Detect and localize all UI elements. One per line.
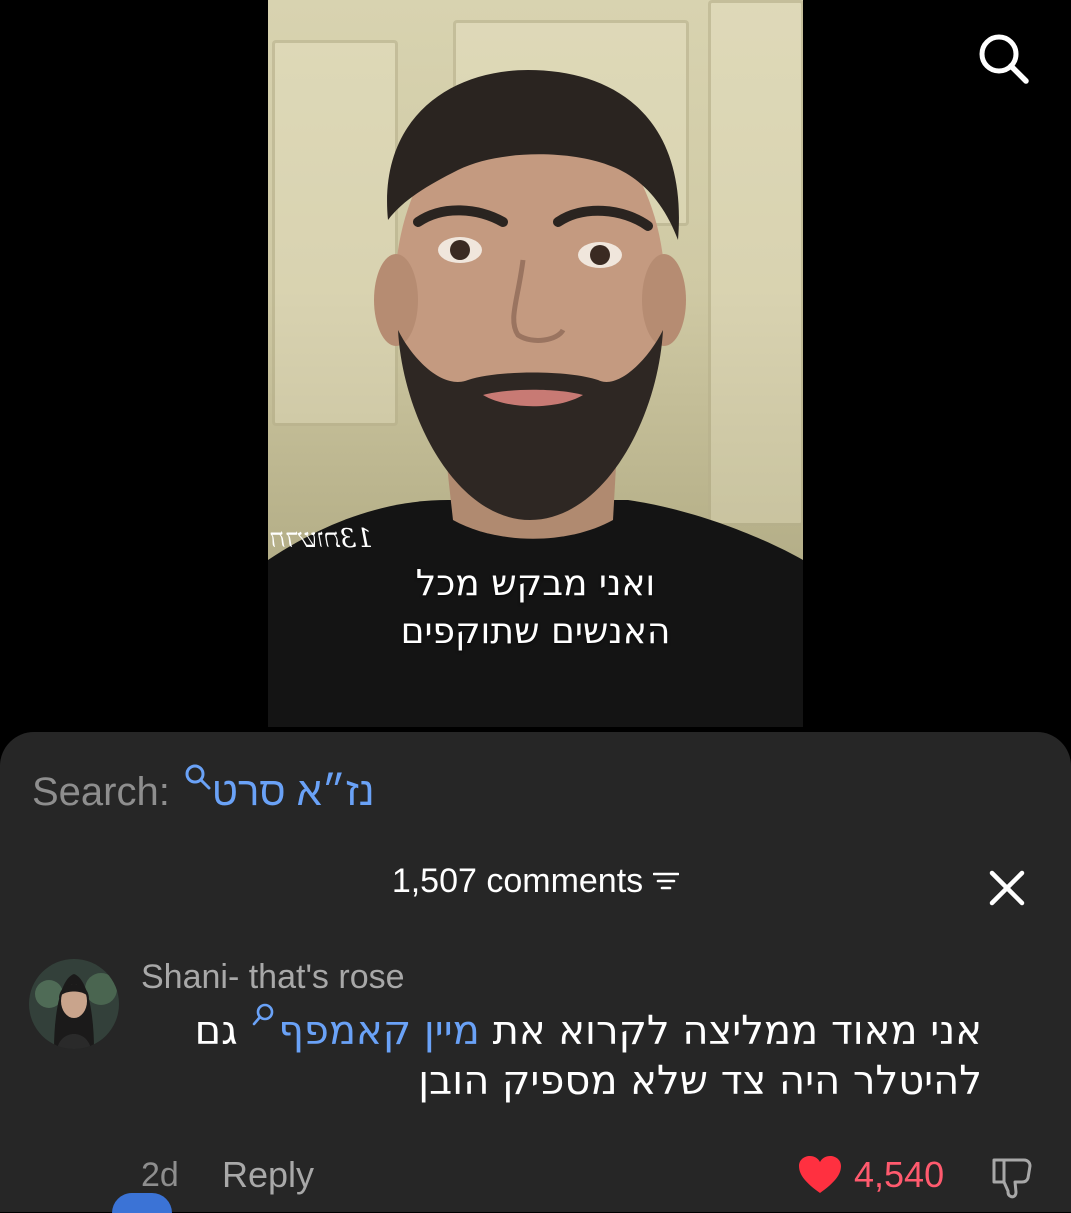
like-button[interactable]: 4,540 — [798, 1154, 944, 1196]
comment-text-part: אני מאוד ממליצה לקרוא את — [492, 1008, 982, 1054]
comment-timestamp: 2d — [141, 1156, 179, 1194]
video-player[interactable]: חדשות13 ואני מבקש מכל האנשים שתוקפים — [268, 0, 803, 727]
channel-watermark: חדשות13 — [270, 524, 373, 554]
like-count: 4,540 — [854, 1154, 945, 1195]
comment-text-part: גם — [194, 1008, 238, 1054]
related-search[interactable]: Search: נז״א סרט — [32, 764, 375, 815]
search-label: Search: — [32, 770, 170, 814]
search-icon — [184, 762, 212, 796]
reply-button[interactable]: Reply — [222, 1154, 314, 1196]
filter-icon[interactable] — [652, 862, 680, 901]
next-comment-avatar — [112, 1193, 172, 1213]
comment-link-text: מיין קאמפף — [278, 1008, 480, 1054]
video-caption: ואני מבקש מכל האנשים שתוקפים — [268, 560, 803, 656]
comment-text: אני מאוד ממליצה לקרוא את מיין קאמפף גם ל… — [120, 1003, 982, 1106]
close-icon[interactable] — [987, 868, 1027, 908]
caption-line: האנשים שתוקפים — [400, 611, 671, 652]
search-icon[interactable] — [975, 30, 1031, 86]
dislike-icon[interactable] — [988, 1154, 1036, 1202]
search-query-link[interactable]: נז״א סרט — [182, 764, 375, 815]
comment-line: להיטלר היה צד שלא מספיק הובן — [418, 1058, 982, 1104]
video-area: חדשות13 ואני מבקש מכל האנשים שתוקפים — [0, 0, 1071, 730]
comments-header[interactable]: 1,507 comments — [0, 862, 1071, 903]
avatar[interactable] — [29, 959, 119, 1049]
comment-search-link[interactable]: מיין קאמפף — [250, 1003, 480, 1054]
comment-author[interactable]: Shani- that's rose — [141, 958, 405, 997]
comments-count: 1,507 comments — [391, 862, 644, 900]
search-query-text: נז״א סרט — [211, 770, 375, 814]
search-icon — [252, 994, 276, 1026]
comments-sheet: Search: נז״א סרט 1,507 comments Shani- t… — [0, 732, 1071, 1212]
comment-line: אני מאוד ממליצה לקרוא את מיין קאמפף גם — [120, 1003, 982, 1056]
caption-line: ואני מבקש מכל — [415, 563, 656, 604]
heart-icon — [799, 1156, 841, 1193]
